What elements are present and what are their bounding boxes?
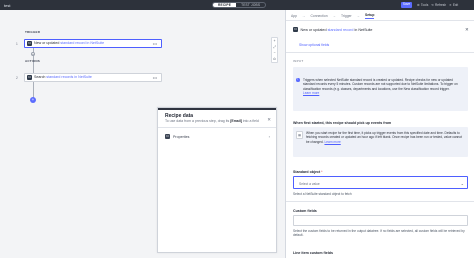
exit-label: Exit: [452, 3, 459, 7]
connector-line: [33, 82, 34, 98]
netsuite-icon: N: [165, 134, 170, 139]
select-placeholder: Select a value: [299, 181, 320, 186]
more-icon[interactable]: •••: [153, 75, 157, 80]
step-config-panel: App → Connection → Trigger → Setup N New…: [285, 10, 474, 258]
header-suffix: in NetSuite: [354, 27, 373, 32]
zoom-out-icon[interactable]: −: [273, 51, 275, 55]
divider: [158, 127, 276, 128]
standard-object-select[interactable]: Select a value ⌄: [293, 176, 468, 189]
arrow-right-icon: →: [356, 13, 360, 18]
header-prefix: New or updated: [300, 27, 327, 32]
when-started-text: When you start recipe for the first time…: [306, 131, 465, 144]
crumb-connection[interactable]: Connection: [310, 14, 327, 18]
breadcrumb: App → Connection → Trigger → Setup: [291, 13, 375, 19]
step-number: 2: [16, 76, 18, 80]
tools-label: Tools: [420, 3, 429, 7]
divider: [286, 52, 474, 53]
when-started-label: When first started, this recipe should p…: [293, 121, 392, 125]
info-body: Triggers when selected NetSuite standard…: [303, 78, 458, 91]
zoom-controls: + ⤢ − ⊙: [271, 37, 278, 63]
crumb-trigger[interactable]: Trigger: [341, 14, 352, 18]
trigger-info-text: Triggers when selected NetSuite standard…: [303, 78, 465, 96]
step-highlight: standard records in NetSuite: [46, 75, 92, 80]
standard-object-help: Select a NetSuite standard object to fet…: [293, 192, 352, 196]
custom-fields-help: Select the custom fields to be returned …: [293, 229, 465, 238]
learn-more-link[interactable]: Learn more: [303, 91, 319, 95]
close-icon[interactable]: ✕: [465, 27, 469, 33]
save-button[interactable]: Save: [401, 2, 412, 8]
netsuite-icon: N: [27, 74, 32, 80]
close-icon[interactable]: ✕: [267, 117, 271, 123]
arrow-right-icon: →: [332, 13, 336, 18]
info-icon: i: [296, 78, 300, 82]
tab-recipe[interactable]: RECIPE: [213, 3, 237, 7]
more-icon[interactable]: •••: [153, 41, 157, 46]
action-step-card[interactable]: N Search standard records in NetSuite ••…: [24, 73, 162, 82]
actions-label: ACTIONS: [25, 59, 40, 63]
when-started-box: ▦ When you start recipe for the first ti…: [293, 127, 468, 157]
step-header: N New or updated standard record in NetS…: [293, 27, 372, 32]
recipe-data-subtitle: To use data from a previous step, drag i…: [165, 119, 259, 123]
center-icon[interactable]: ⊙: [273, 57, 276, 61]
learn-more-link[interactable]: Learn more: [324, 140, 340, 144]
trigger-info-box: i Triggers when selected NetSuite standa…: [293, 67, 468, 111]
chevron-right-icon: ›: [268, 134, 270, 139]
datapill-group-label: Properties: [173, 134, 190, 139]
step-highlight: standard record in NetSuite: [60, 41, 105, 46]
required-marker: *: [321, 170, 323, 174]
line-item-custom-fields-label: Line item custom fields: [293, 251, 333, 255]
netsuite-icon: N: [27, 40, 32, 46]
subtitle-pill: [Email]: [230, 119, 242, 123]
top-bar: test RECIPE TEST JOBS Save ⚙ Tools ↻ Ref…: [0, 0, 474, 10]
custom-fields-input[interactable]: [293, 215, 468, 226]
subtitle-suffix: into a field: [242, 119, 259, 123]
refresh-button[interactable]: ↻ Refresh: [431, 3, 446, 7]
show-optional-fields-link[interactable]: Show optional fields: [299, 43, 329, 47]
refresh-label: Refresh: [434, 3, 447, 7]
close-icon: ✕: [449, 3, 452, 7]
exit-button[interactable]: ✕ Exit: [449, 3, 458, 7]
recipe-title[interactable]: test: [4, 3, 10, 8]
panel-top-bar: [158, 108, 276, 110]
trigger-step-card[interactable]: N New or updated standard record in NetS…: [24, 39, 162, 48]
gear-icon: ⚙: [417, 3, 420, 7]
field-label: Standard object: [293, 170, 321, 174]
arrow-right-icon: →: [302, 13, 306, 18]
calendar-icon[interactable]: ▦: [296, 131, 303, 139]
top-actions: ⚙ Tools ↻ Refresh ✕ Exit: [417, 3, 458, 7]
step-text: New or updated standard record in NetSui…: [34, 41, 104, 45]
step-header-text: New or updated standard record in NetSui…: [301, 28, 373, 32]
divider: [286, 201, 474, 202]
refresh-icon: ↻: [431, 3, 434, 7]
datapill-group-properties[interactable]: N Properties ›: [165, 132, 272, 141]
chevron-down-icon: ⌄: [460, 180, 464, 186]
subtitle-prefix: To use data from a previous step, drag i…: [165, 119, 230, 123]
custom-fields-label: Custom fields: [293, 209, 317, 213]
step-prefix: New or updated: [34, 41, 60, 46]
standard-object-label: Standard object *: [293, 170, 323, 174]
view-switcher: RECIPE TEST JOBS: [212, 2, 267, 8]
divider: [286, 20, 474, 21]
recipe-data-panel: Recipe data To use data from a previous …: [157, 107, 277, 253]
tools-button[interactable]: ⚙ Tools: [417, 3, 428, 7]
tab-test-jobs[interactable]: TEST JOBS: [236, 3, 265, 6]
step-number: 1: [16, 42, 18, 46]
fit-icon[interactable]: ⤢: [273, 45, 276, 49]
crumb-setup[interactable]: Setup: [365, 13, 375, 19]
trigger-label: TRIGGER: [25, 30, 41, 34]
header-highlight[interactable]: standard record: [328, 28, 354, 32]
crumb-app[interactable]: App: [291, 14, 297, 18]
step-prefix: Search: [34, 75, 46, 80]
add-step-icon[interactable]: +: [31, 52, 35, 56]
zoom-in-icon[interactable]: +: [273, 39, 275, 43]
netsuite-icon: N: [293, 27, 298, 32]
step-text: Search standard records in NetSuite: [34, 75, 92, 79]
section-label: INPUT: [293, 59, 304, 63]
add-action-icon[interactable]: +: [30, 97, 36, 103]
